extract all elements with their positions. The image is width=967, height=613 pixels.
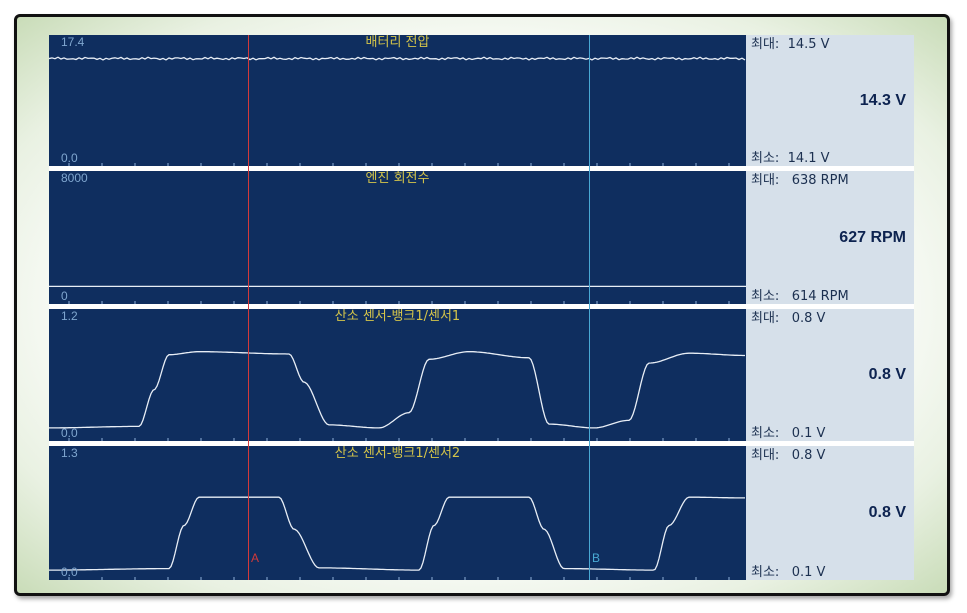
max-readout: 최대: 14.5 V: [751, 37, 830, 52]
readout-battery-voltage: 최대: 14.5 V 14.3 V 최소: 14.1 V: [746, 35, 914, 166]
panel-o2-bank1-sensor2: 1.3 0.0 산소 센서-뱅크1/센서2 최대: 0.8 V 0.8 V 최소…: [49, 446, 914, 580]
current-value: 14.3 V: [859, 91, 906, 109]
current-value: 0.8 V: [868, 366, 906, 383]
trace-o2-bank1-sensor2: [49, 496, 745, 580]
cursor-b-label: B: [592, 551, 601, 565]
min-readout: 최소: 614 RPM: [751, 289, 849, 304]
y-min-label: 0.0: [61, 426, 78, 440]
max-readout: 최대: 0.8 V: [751, 448, 826, 463]
cursor-a-line[interactable]: [248, 35, 249, 580]
plot-o2-bank1-sensor1[interactable]: 1.2 0.0 산소 센서-뱅크1/센서1: [49, 309, 746, 441]
signal-trace: [49, 351, 745, 429]
panel-title: 산소 센서-뱅크1/센서2: [334, 446, 461, 461]
panel-o2-bank1-sensor1: 1.2 0.0 산소 센서-뱅크1/센서1 최대: 0.8 V 0.8 V 최소…: [49, 309, 914, 441]
current-value: 0.8 V: [868, 504, 906, 521]
signal-trace: [49, 496, 745, 571]
panel-title: 산소 센서-뱅크1/센서1: [334, 309, 461, 324]
plot-battery-voltage[interactable]: 17.4 0.0 배터리 전압: [49, 35, 746, 166]
y-min-label: 0.0: [61, 565, 78, 579]
trace-battery-voltage: [49, 56, 746, 166]
signal-trace: [49, 56, 746, 61]
trace-o2-bank1-sensor1: [49, 351, 745, 441]
readout-o2-bank1-sensor2: 최대: 0.8 V 0.8 V 최소: 0.1 V: [746, 446, 914, 580]
min-readout: 최소: 0.1 V: [751, 565, 826, 580]
plot-engine-rpm[interactable]: 8000 0 엔진 회전수: [49, 171, 746, 304]
scope-display: 17.4 0.0 배터리 전압 최대: 14.5 V 14.3 V 최소: 14…: [49, 35, 914, 580]
max-readout: 최대: 0.8 V: [751, 311, 826, 326]
readout-o2-bank1-sensor1: 최대: 0.8 V 0.8 V 최소: 0.1 V: [746, 309, 914, 441]
trace-engine-rpm: [49, 285, 746, 304]
current-value: 627 RPM: [839, 228, 906, 246]
y-min-label: 0.0: [61, 151, 78, 165]
plot-o2-bank1-sensor2[interactable]: 1.3 0.0 산소 센서-뱅크1/센서2: [49, 446, 746, 580]
min-readout: 최소: 0.1 V: [751, 426, 826, 441]
panel-title: 배터리 전압: [365, 35, 430, 50]
y-min-label: 0: [61, 289, 68, 303]
max-readout: 최대: 638 RPM: [751, 173, 849, 188]
cursor-a-label: A: [251, 551, 260, 565]
panel-engine-rpm: 8000 0 엔진 회전수 최대: 638 RPM 627 RPM 최소: 61…: [49, 171, 914, 304]
readout-engine-rpm: 최대: 638 RPM 627 RPM 최소: 614 RPM: [746, 171, 914, 304]
panel-title: 엔진 회전수: [365, 171, 430, 186]
cursor-b-line[interactable]: [589, 35, 590, 580]
min-readout: 최소: 14.1 V: [751, 151, 830, 166]
panel-battery-voltage: 17.4 0.0 배터리 전압 최대: 14.5 V 14.3 V 최소: 14…: [49, 35, 914, 166]
